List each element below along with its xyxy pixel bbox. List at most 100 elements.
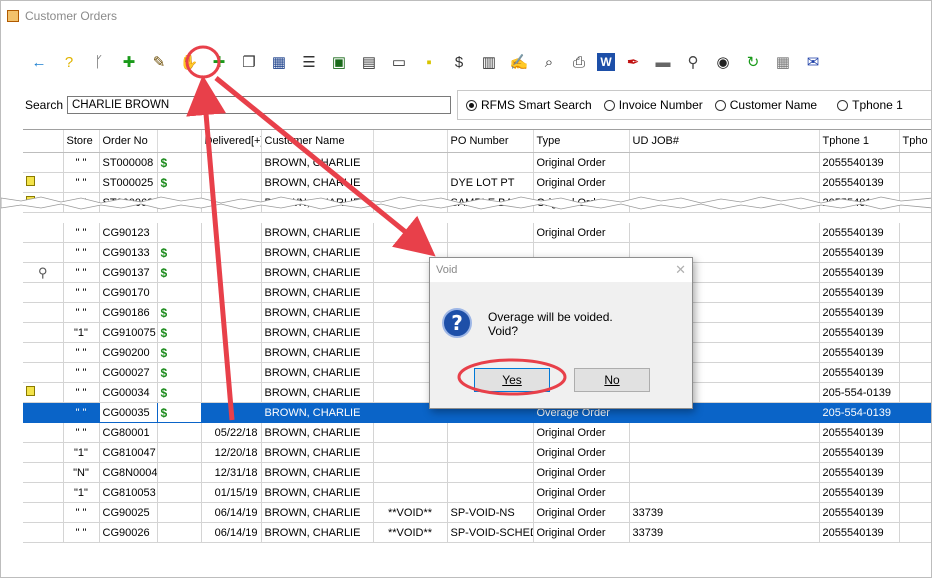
column-header[interactable]: Tphone 1 xyxy=(819,130,900,153)
wrench-icon[interactable]: ᚴ xyxy=(87,50,111,74)
order-cell: CG90137 xyxy=(99,262,158,283)
no-button[interactable]: No xyxy=(574,368,650,392)
void-cell: **VOID** xyxy=(373,522,448,543)
invoice-icon[interactable]: ▥ xyxy=(477,50,501,74)
signature-icon[interactable]: ✒ xyxy=(621,50,645,74)
store-cell: "1" xyxy=(63,322,100,343)
store-cell: " " xyxy=(63,262,100,283)
table-row[interactable]: "N" CG8N0004 12/31/18 BROWN, CHARLIE Origina… xyxy=(23,462,931,483)
column-header[interactable]: PO Number xyxy=(447,130,534,153)
paperclip-icon[interactable]: ⚲ xyxy=(681,50,705,74)
money-cell: $ xyxy=(157,342,202,363)
phone-cell: 2055540139 xyxy=(819,442,900,463)
table-row[interactable]: " " ST000025 $ BROWN, CHARLIE DYE LOT PT Orig… xyxy=(23,172,931,193)
table-row[interactable]: "1" CG810053 01/15/19 BROWN, CHARLIE Origina… xyxy=(23,482,931,503)
row-icon-cell xyxy=(23,522,64,543)
column-header[interactable] xyxy=(373,130,448,153)
row-icon-cell xyxy=(23,422,64,443)
row-icon-cell xyxy=(23,482,64,503)
document-icon[interactable]: ▤ xyxy=(357,50,381,74)
search-mode-option[interactable]: Invoice Number xyxy=(603,98,703,112)
phone-cell: 2055540139 xyxy=(819,262,900,283)
binoculars-icon[interactable]: ◉ xyxy=(711,50,735,74)
column-header[interactable]: Type xyxy=(533,130,630,153)
app-icon xyxy=(7,10,19,22)
table-row[interactable]: " " ST000008 $ BROWN, CHARLIE Original Order… xyxy=(23,152,931,173)
help-icon[interactable]: ? xyxy=(57,50,81,74)
money-cell: $ xyxy=(157,262,202,283)
job-cell xyxy=(629,442,820,463)
type-cell: Original Order xyxy=(533,462,630,483)
refresh-icon[interactable]: ↻ xyxy=(741,50,765,74)
phone-cell: 2055540139 xyxy=(819,152,900,173)
phone-cell: 2055540139 xyxy=(819,482,900,503)
row-icon-cell xyxy=(23,172,64,193)
search-mode-option[interactable]: RFMS Smart Search xyxy=(466,98,592,112)
card-icon[interactable]: ▬ xyxy=(651,50,675,74)
table-row[interactable]: " " CG90123 BROWN, CHARLIE Original Order 20… xyxy=(23,223,931,243)
windows-icon[interactable]: ▦ xyxy=(267,50,291,74)
customer-cell: BROWN, CHARLIE xyxy=(261,482,374,503)
column-header[interactable]: Store xyxy=(63,130,100,153)
column-header[interactable] xyxy=(23,130,64,153)
column-header[interactable]: Tpho xyxy=(899,130,931,153)
column-header[interactable]: Customer Name xyxy=(261,130,374,153)
phone-cell: 205-554-0139 xyxy=(819,402,900,423)
column-header[interactable]: UD JOB# xyxy=(629,130,820,153)
table-row[interactable]: " " CG80001 05/22/18 BROWN, CHARLIE Original… xyxy=(23,422,931,443)
po-cell xyxy=(447,422,534,443)
type-cell: Original Order xyxy=(533,172,630,193)
search-input[interactable] xyxy=(67,96,451,114)
sales-icon[interactable]: $ xyxy=(447,50,471,74)
edit-icon[interactable]: ✎ xyxy=(147,50,171,74)
add-icon[interactable]: ✚ xyxy=(117,50,141,74)
money-cell: $ xyxy=(157,152,202,173)
radio-button[interactable] xyxy=(603,99,615,111)
order-cell: CG00034 xyxy=(99,382,158,403)
yes-button[interactable]: Yes xyxy=(474,368,550,392)
column-header[interactable] xyxy=(157,130,202,153)
dollar-icon: $ xyxy=(160,175,168,190)
po-cell: DYE LOT PT xyxy=(447,172,534,193)
void-hand-icon[interactable]: ✋ xyxy=(177,50,201,74)
delivered-cell xyxy=(201,242,262,263)
money-icon[interactable]: ▣ xyxy=(327,50,351,74)
note-icon[interactable]: ▪ xyxy=(417,50,441,74)
void-cell xyxy=(373,152,448,173)
job-cell: 33739 xyxy=(629,502,820,523)
empty-cell xyxy=(899,302,931,323)
email-icon[interactable]: ✉ xyxy=(801,50,825,74)
table-row[interactable]: " " CG90026 06/14/19 BROWN, CHARLIE **VOID**… xyxy=(23,522,931,543)
word-icon[interactable]: W xyxy=(597,53,615,71)
paperclip-icon: ⚲ xyxy=(37,264,48,280)
copy-icon[interactable]: ❐ xyxy=(237,50,261,74)
store-cell: " " xyxy=(63,362,100,383)
sign-icon[interactable]: ✍ xyxy=(507,50,531,74)
radio-button[interactable] xyxy=(837,99,849,111)
radio-button[interactable] xyxy=(466,99,477,111)
add-items-icon[interactable]: ✚ xyxy=(207,50,231,74)
search-mode-option[interactable]: Tphone 1 xyxy=(837,98,903,112)
delivered-cell xyxy=(201,282,262,303)
order-cell: CG90026 xyxy=(99,522,158,543)
preview-icon[interactable]: ⌕ xyxy=(537,50,561,74)
delivered-cell xyxy=(201,152,262,173)
table-row[interactable]: " " CG90025 06/14/19 BROWN, CHARLIE **VOID**… xyxy=(23,502,931,523)
job-cell xyxy=(629,422,820,443)
credit-card-icon[interactable]: ▭ xyxy=(387,50,411,74)
column-header[interactable]: Delivered[+] xyxy=(201,130,262,153)
column-header[interactable]: Order No xyxy=(99,130,158,153)
search-mode-option[interactable]: Customer Name xyxy=(714,98,817,112)
back-arrow-icon[interactable]: ← xyxy=(27,50,51,74)
customer-cell: BROWN, CHARLIE xyxy=(261,302,374,323)
print-list-icon[interactable]: ☰ xyxy=(297,50,321,74)
radio-button[interactable] xyxy=(714,99,726,111)
job-cell xyxy=(629,152,820,173)
row-icon-cell xyxy=(23,402,64,423)
row-icon-cell xyxy=(23,362,64,383)
calendar-icon[interactable]: ▦ xyxy=(771,50,795,74)
close-icon[interactable]: ✕ xyxy=(675,262,686,278)
customer-cell: BROWN, CHARLIE xyxy=(261,422,374,443)
printer-icon[interactable]: ⎙ xyxy=(567,50,591,74)
table-row[interactable]: "1" CG810047 12/20/18 BROWN, CHARLIE Origina… xyxy=(23,442,931,463)
